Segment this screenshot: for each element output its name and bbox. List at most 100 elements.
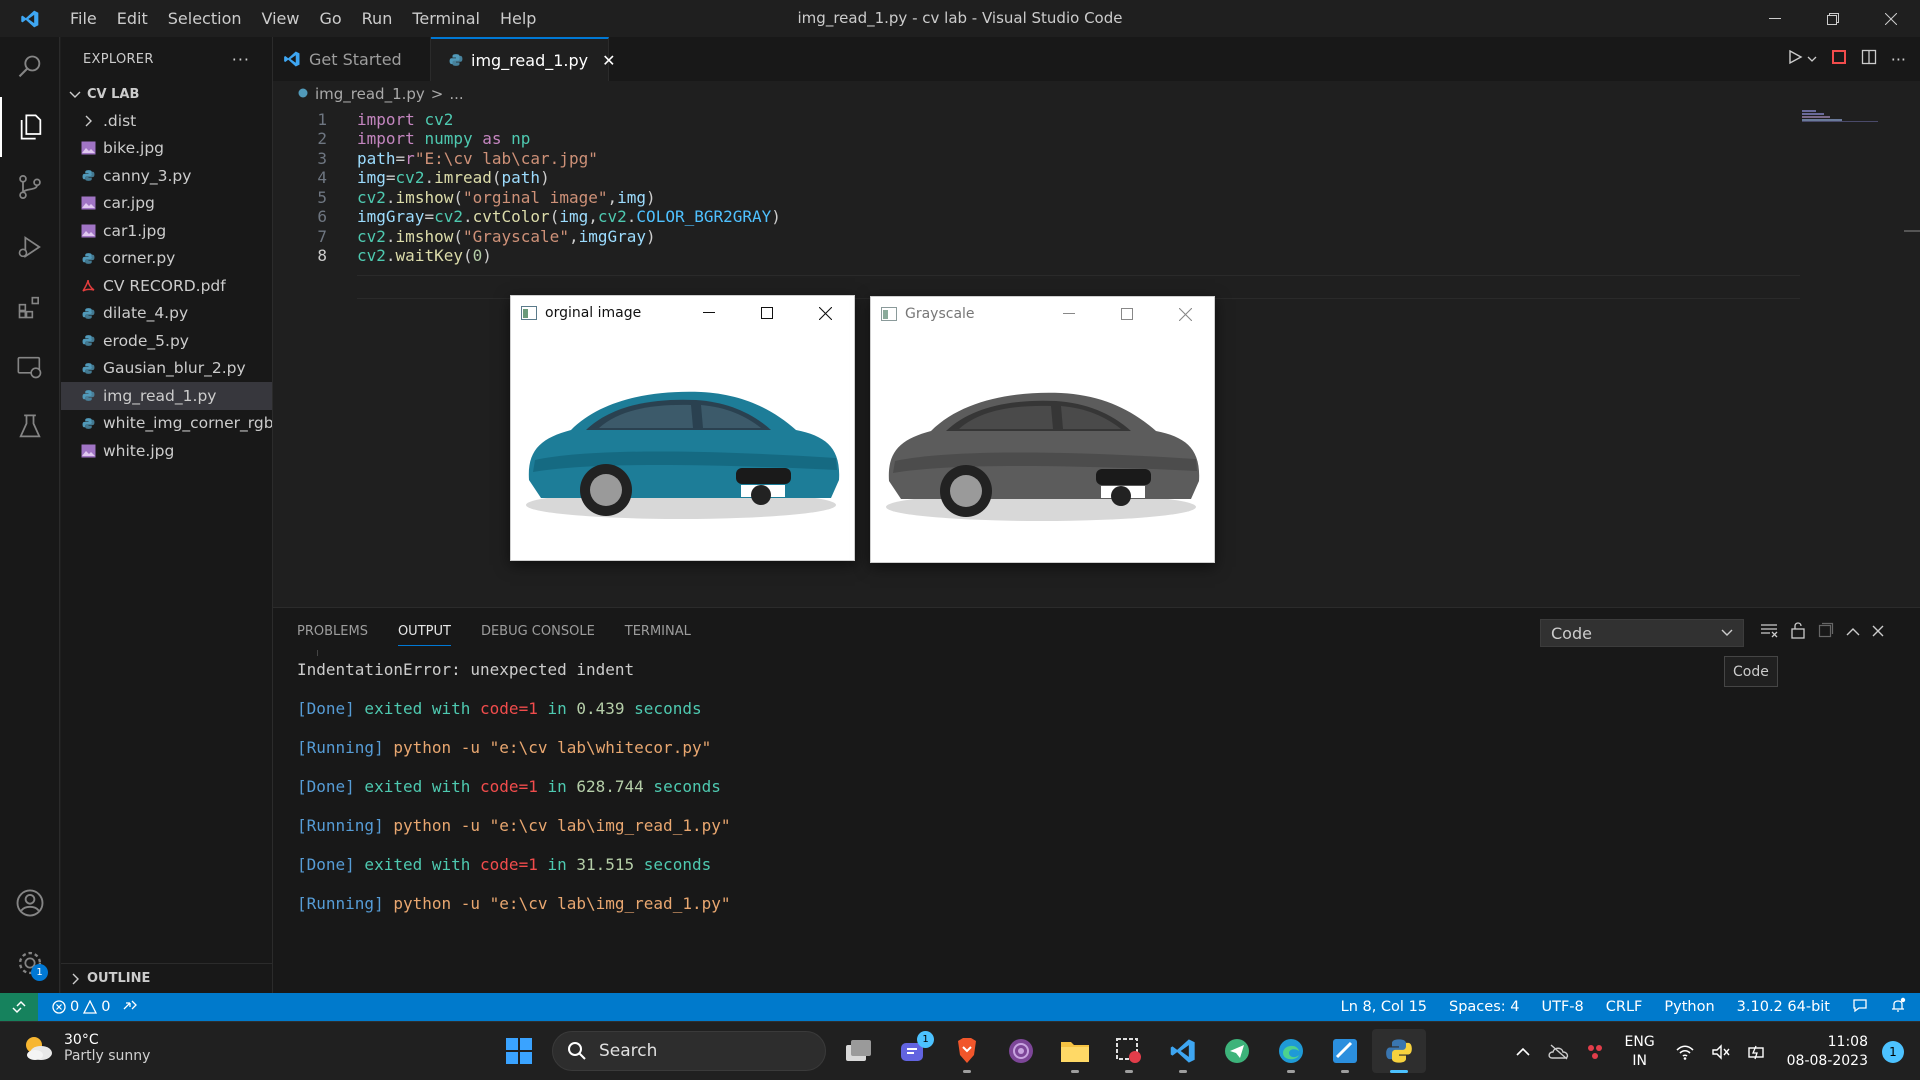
show-hidden-icons-icon[interactable] [1505,1047,1541,1057]
file-item[interactable]: car.jpg [61,190,272,218]
original-image-window[interactable]: orginal image [510,295,855,561]
explorer-icon[interactable] [0,97,60,157]
file-item[interactable]: erode_5.py [61,327,272,355]
breadcrumb-file[interactable]: img_read_1.py [315,85,425,103]
accounts-icon[interactable] [0,873,60,933]
python-interpreter[interactable]: 3.10.2 64-bit [1737,999,1830,1015]
restore-icon[interactable] [1804,0,1862,37]
tab-get-started[interactable]: Get Started [273,37,431,81]
close-tab-icon[interactable]: ✕ [602,51,615,70]
python-app-icon[interactable] [1372,1029,1426,1073]
maximize-panel-icon[interactable] [1846,623,1860,641]
tab-img-read-1[interactable]: img_read_1.py ✕ [431,37,616,81]
problems-status[interactable]: 0 0 [52,999,110,1015]
search-icon[interactable] [0,37,60,97]
minimap[interactable] [1802,109,1886,123]
file-item[interactable]: white.jpg [61,437,272,465]
file-item[interactable]: canny_3.py [61,162,272,190]
menu-view[interactable]: View [252,0,310,37]
live-share-icon[interactable] [122,997,138,1017]
vscode-logo-icon[interactable] [0,0,60,37]
notification-center-badge[interactable]: 1 [1882,1040,1904,1063]
testing-icon[interactable] [0,397,60,457]
file-item[interactable]: corner.py [61,245,272,273]
remote-explorer-icon[interactable] [0,337,60,397]
file-item[interactable]: CV RECORD.pdf [61,272,272,300]
vscode-taskbar-icon[interactable] [1156,1029,1210,1073]
outline-section[interactable]: OUTLINE [61,963,272,993]
line-ending[interactable]: CRLF [1606,999,1643,1015]
file-explorer-icon[interactable] [1048,1029,1102,1073]
remote-indicator-icon[interactable] [0,993,38,1021]
app-tray-icon[interactable] [1577,1042,1613,1062]
wifi-icon[interactable] [1667,1044,1703,1060]
clock[interactable]: 11:08 08-08-2023 [1787,1033,1868,1071]
settings-gear-icon[interactable]: 1 [0,933,60,993]
menu-edit[interactable]: Edit [107,0,158,37]
menu-run[interactable]: Run [352,0,403,37]
stop-icon[interactable] [1831,49,1847,69]
feedback-icon[interactable] [1852,997,1868,1017]
extensions-icon[interactable] [0,277,60,337]
snipping-tool-icon[interactable] [1102,1029,1156,1073]
cursor-position[interactable]: Ln 8, Col 15 [1341,999,1427,1015]
indentation[interactable]: Spaces: 4 [1449,999,1519,1015]
minimize-icon[interactable] [1040,297,1098,331]
menu-help[interactable]: Help [490,0,546,37]
encoding[interactable]: UTF-8 [1541,999,1583,1015]
split-editor-icon[interactable] [1861,49,1877,69]
close-icon[interactable] [796,296,854,330]
file-item[interactable]: white_img_corner_rgb... [61,410,272,438]
close-icon[interactable] [1156,297,1214,331]
close-panel-icon[interactable] [1872,623,1884,641]
open-in-editor-icon[interactable] [1818,622,1834,642]
volume-muted-icon[interactable] [1703,1043,1739,1060]
start-button[interactable] [492,1029,546,1073]
teams-chat-icon[interactable]: 1 [886,1029,940,1073]
weather-widget[interactable]: 30°C Partly sunny [22,1032,150,1064]
taskbar-search[interactable]: Search [552,1031,826,1071]
minimize-icon[interactable] [680,296,738,330]
input-language[interactable]: ENG IN [1613,1033,1667,1071]
menu-terminal[interactable]: Terminal [402,0,490,37]
folder-cv-lab[interactable]: CV LAB [61,81,272,107]
more-editor-actions-icon[interactable]: ··· [1891,50,1906,69]
run-python-icon[interactable] [1787,49,1803,69]
run-debug-icon[interactable] [0,217,60,277]
menu-file[interactable]: File [60,0,107,37]
breadcrumb-more[interactable]: ... [449,85,463,103]
run-dropdown-icon[interactable] [1807,50,1817,68]
file-item[interactable]: .dist [61,107,272,135]
output-channel-select[interactable]: Code [1540,619,1744,647]
file-item[interactable]: dilate_4.py [61,300,272,328]
file-item[interactable]: Gausian_blur_2.py [61,355,272,383]
tab-terminal[interactable]: TERMINAL [625,624,691,646]
more-actions-icon[interactable]: ··· [232,50,250,69]
file-item[interactable]: img_read_1.py [61,382,272,410]
edge-browser-icon[interactable] [1264,1029,1318,1073]
lock-scroll-icon[interactable] [1790,621,1806,643]
tab-output[interactable]: OUTPUT [397,624,451,646]
grayscale-window[interactable]: Grayscale [870,296,1215,563]
paint-app-icon[interactable] [1318,1029,1372,1073]
source-control-icon[interactable] [0,157,60,217]
menu-go[interactable]: Go [309,0,351,37]
onedrive-offline-icon[interactable] [1541,1043,1577,1060]
tab-debug-console[interactable]: DEBUG CONSOLE [481,624,595,646]
maximize-icon[interactable] [738,296,796,330]
task-view-icon[interactable] [832,1029,886,1073]
language-mode[interactable]: Python [1664,999,1714,1015]
file-item[interactable]: bike.jpg [61,135,272,163]
tab-problems[interactable]: PROBLEMS [297,624,368,646]
clear-output-icon[interactable] [1760,622,1778,642]
menu-selection[interactable]: Selection [158,0,252,37]
telegram-icon[interactable] [1210,1029,1264,1073]
battery-icon[interactable] [1739,1044,1775,1060]
notifications-bell-icon[interactable] [1890,997,1906,1017]
maximize-icon[interactable] [1098,297,1156,331]
minimize-icon[interactable] [1746,0,1804,37]
tor-browser-icon[interactable] [994,1029,1048,1073]
close-icon[interactable] [1862,0,1920,37]
brave-browser-icon[interactable] [940,1029,994,1073]
file-item[interactable]: car1.jpg [61,217,272,245]
